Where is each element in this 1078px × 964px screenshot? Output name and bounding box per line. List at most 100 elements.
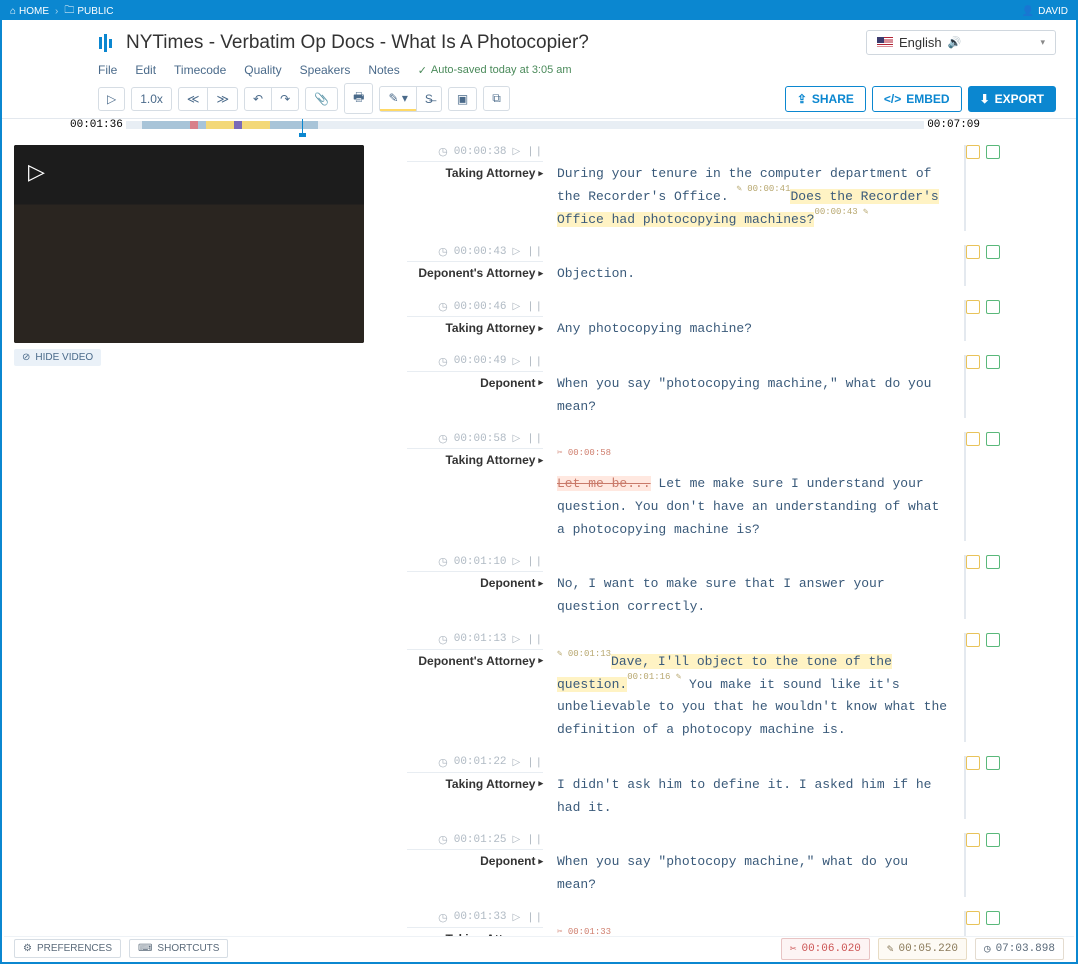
speaker-selector[interactable]: Taking Attorney ▸ — [445, 777, 543, 791]
highlight-button[interactable]: ✎ ▾ — [380, 87, 415, 111]
row-pause-button[interactable]: ❘❘ — [526, 146, 543, 157]
highlighted-text[interactable]: Does the Recorder's Office had photocopy… — [557, 189, 939, 227]
note-button[interactable] — [966, 756, 980, 770]
row-play-button[interactable]: ▷ — [513, 433, 521, 444]
menu-file[interactable]: File — [98, 63, 117, 77]
transcript-text[interactable]: I didn't ask him to define it. I asked h… — [557, 756, 966, 820]
note-button[interactable] — [966, 555, 980, 569]
playhead[interactable] — [302, 119, 303, 133]
menu-notes[interactable]: Notes — [368, 63, 399, 77]
row-timecode[interactable]: 00:00:46 — [454, 301, 507, 313]
row-pause-button[interactable]: ❘❘ — [526, 356, 543, 367]
row-timecode[interactable]: 00:00:58 — [454, 433, 507, 445]
row-timecode[interactable]: 00:00:43 — [454, 246, 507, 258]
note-button[interactable] — [966, 633, 980, 647]
transcript-text[interactable]: ✎ 00:01:13Dave, I'll object to the tone … — [557, 633, 966, 742]
row-play-button[interactable]: ▷ — [513, 301, 521, 312]
video-player[interactable]: ▷ — [14, 145, 364, 343]
preferences-button[interactable]: ⚙PREFERENCES — [14, 939, 121, 958]
note-button[interactable] — [966, 432, 980, 446]
row-play-button[interactable]: ▷ — [513, 556, 521, 567]
row-pause-button[interactable]: ❘❘ — [526, 556, 543, 567]
struck-text[interactable]: Let me be... — [557, 476, 651, 491]
approve-button[interactable] — [986, 756, 1000, 770]
note-button[interactable] — [966, 245, 980, 259]
speaker-selector[interactable]: Deponent ▸ — [480, 376, 543, 390]
approve-button[interactable] — [986, 300, 1000, 314]
row-play-button[interactable]: ▷ — [513, 246, 521, 257]
print-button[interactable]: 🖶 — [345, 84, 372, 113]
menu-timecode[interactable]: Timecode — [174, 63, 226, 77]
row-play-button[interactable]: ▷ — [513, 146, 521, 157]
transcript-text[interactable]: Objection. — [557, 245, 966, 286]
public-link[interactable]: 🗀PUBLIC — [64, 3, 113, 20]
row-timecode[interactable]: 00:01:10 — [454, 556, 507, 568]
note-button[interactable] — [966, 300, 980, 314]
approve-button[interactable] — [986, 145, 1000, 159]
row-play-button[interactable]: ▷ — [513, 634, 521, 645]
note-button[interactable] — [966, 833, 980, 847]
user-menu[interactable]: 👤DAVID — [1022, 6, 1068, 17]
document-title[interactable]: NYTimes - Verbatim Op Docs - What Is A P… — [126, 32, 589, 54]
video-play-icon[interactable]: ▷ — [28, 159, 45, 185]
menu-edit[interactable]: Edit — [135, 63, 156, 77]
note-button[interactable] — [966, 145, 980, 159]
approve-button[interactable] — [986, 432, 1000, 446]
approve-button[interactable] — [986, 555, 1000, 569]
row-timecode[interactable]: 00:01:33 — [454, 911, 507, 923]
language-selector[interactable]: English🔊 ▾ — [866, 30, 1056, 55]
speaker-selector[interactable]: Deponent's Attorney ▸ — [418, 266, 543, 280]
row-play-button[interactable]: ▷ — [513, 356, 521, 367]
redo-button[interactable]: ↷ — [271, 88, 298, 110]
play-button[interactable]: ▷ — [99, 88, 124, 110]
speed-control[interactable]: 1.0x — [132, 88, 171, 110]
rewind-button[interactable]: ≪ — [179, 88, 208, 110]
speaker-selector[interactable]: Taking Attorney ▸ — [445, 453, 543, 467]
embed-button[interactable]: </>EMBED — [872, 86, 962, 112]
speaker-selector[interactable]: Taking Attorney ▸ — [445, 166, 543, 180]
row-pause-button[interactable]: ❘❘ — [526, 433, 543, 444]
timeline-track[interactable] — [126, 121, 924, 129]
shortcuts-button[interactable]: ⌨SHORTCUTS — [129, 939, 228, 958]
transcript-text[interactable]: During your tenure in the computer depar… — [557, 145, 966, 231]
layout-button[interactable]: ▣ — [449, 88, 476, 110]
row-pause-button[interactable]: ❘❘ — [526, 246, 543, 257]
row-timecode[interactable]: 00:01:22 — [454, 756, 507, 768]
speaker-selector[interactable]: Deponent's Attorney ▸ — [418, 654, 543, 668]
approve-button[interactable] — [986, 355, 1000, 369]
transcript-text[interactable]: When you say "photocopy machine," what d… — [557, 833, 966, 897]
row-pause-button[interactable]: ❘❘ — [526, 634, 543, 645]
hide-video-button[interactable]: ⊘HIDE VIDEO — [14, 349, 101, 366]
row-pause-button[interactable]: ❘❘ — [526, 757, 543, 768]
speaker-selector[interactable]: Taking Attorney ▸ — [445, 321, 543, 335]
row-timecode[interactable]: 00:00:38 — [454, 146, 507, 158]
undo-button[interactable]: ↶ — [245, 88, 271, 110]
share-button[interactable]: ⇪SHARE — [785, 86, 866, 112]
row-play-button[interactable]: ▷ — [513, 757, 521, 768]
menu-quality[interactable]: Quality — [244, 63, 281, 77]
transcript-text[interactable]: No, I want to make sure that I answer yo… — [557, 555, 966, 619]
speaker-selector[interactable]: Deponent ▸ — [480, 854, 543, 868]
approve-button[interactable] — [986, 911, 1000, 925]
row-play-button[interactable]: ▷ — [513, 912, 521, 923]
row-timecode[interactable]: 00:00:49 — [454, 355, 507, 367]
menu-speakers[interactable]: Speakers — [300, 63, 351, 77]
forward-button[interactable]: ≫ — [207, 88, 237, 110]
note-button[interactable] — [966, 355, 980, 369]
home-link[interactable]: ⌂HOME — [10, 6, 49, 17]
row-play-button[interactable]: ▷ — [513, 834, 521, 845]
approve-button[interactable] — [986, 245, 1000, 259]
transcript-text[interactable]: ✂ 00:00:58Let me be... Let me make sure … — [557, 432, 966, 541]
row-pause-button[interactable]: ❘❘ — [526, 912, 543, 923]
approve-button[interactable] — [986, 633, 1000, 647]
note-button[interactable] — [966, 911, 980, 925]
strikethrough-button[interactable]: S̶ — [416, 87, 441, 111]
row-timecode[interactable]: 00:01:25 — [454, 834, 507, 846]
export-button[interactable]: ⬇EXPORT — [968, 86, 1056, 112]
approve-button[interactable] — [986, 833, 1000, 847]
highlighted-text[interactable]: Dave, I'll object to the tone of the que… — [557, 654, 892, 692]
transcript-text[interactable]: Any photocopying machine? — [557, 300, 966, 341]
speaker-selector[interactable]: Deponent ▸ — [480, 576, 543, 590]
row-pause-button[interactable]: ❘❘ — [526, 834, 543, 845]
copy-button[interactable]: ⧉ — [484, 87, 509, 110]
